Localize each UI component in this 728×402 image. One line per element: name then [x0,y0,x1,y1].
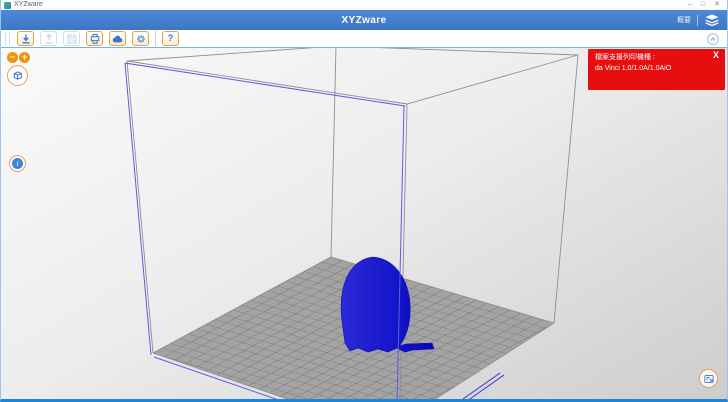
close-button[interactable]: ✕ [714,0,720,10]
printer-support-alert: 檔案支援列印機種 : da Vinci 1.0/1.0A/1.0AiO X [588,49,725,90]
plus-icon: + [21,52,28,62]
toolbar-separator [155,31,156,46]
cube-icon [13,71,22,80]
header-menu-item[interactable]: 概要 [677,15,691,25]
print-panel-button[interactable] [699,369,718,388]
minimize-button[interactable]: – [688,0,692,10]
toolbar-drag-handle[interactable] [5,32,10,45]
xyzprinting-logo-icon [705,14,719,26]
header-divider [697,14,698,26]
import-arrow-down-icon [22,34,29,43]
collapse-toolbar-button[interactable] [707,33,719,45]
xyzware-window: XYZware – □ ✕ XYZware 概要 ? − + i 檔案支援列印機… [0,0,728,402]
settings-button[interactable] [132,31,149,46]
save-floppy-icon [67,34,76,43]
export-arrow-up-icon [45,33,52,43]
info-icon: i [12,158,23,169]
printer-icon [90,33,99,44]
window-title: XYZware [14,1,43,8]
app-header: XYZware 概要 [1,10,727,30]
alert-line2: da Vinci 1.0/1.0A/1.0AiO [595,64,672,72]
cloud-button[interactable] [109,31,126,46]
alert-close-button[interactable]: X [713,51,719,60]
viewport-3d[interactable]: − + i 檔案支援列印機種 : da Vinci 1.0/1.0A/1.0Ai… [1,48,727,399]
help-button[interactable]: ? [162,31,179,46]
print-panel-icon [703,374,714,383]
gear-icon [136,34,145,43]
build-volume-scene [124,48,579,399]
app-icon [4,1,11,9]
cloud-icon [112,35,123,42]
maximize-button[interactable]: □ [701,0,705,10]
os-titlebar: XYZware – □ ✕ [1,0,727,10]
zoom-in-button[interactable]: + [19,52,30,63]
export-button[interactable] [40,31,57,46]
zoom-out-button[interactable]: − [7,52,18,63]
print-button[interactable] [86,31,103,46]
window-controls: – □ ✕ [688,0,724,10]
chevron-up-icon [710,37,716,41]
alert-line1: 檔案支援列印機種 : [595,54,655,61]
help-icon: ? [167,33,174,43]
view-rotate-button[interactable] [7,65,28,86]
app-title: XYZware [341,14,387,26]
info-button[interactable]: i [9,155,26,172]
save-button[interactable] [63,31,80,46]
main-toolbar: ? [1,30,727,48]
minus-icon: − [9,52,16,62]
import-button[interactable] [17,31,34,46]
header-right: 概要 [677,14,727,26]
